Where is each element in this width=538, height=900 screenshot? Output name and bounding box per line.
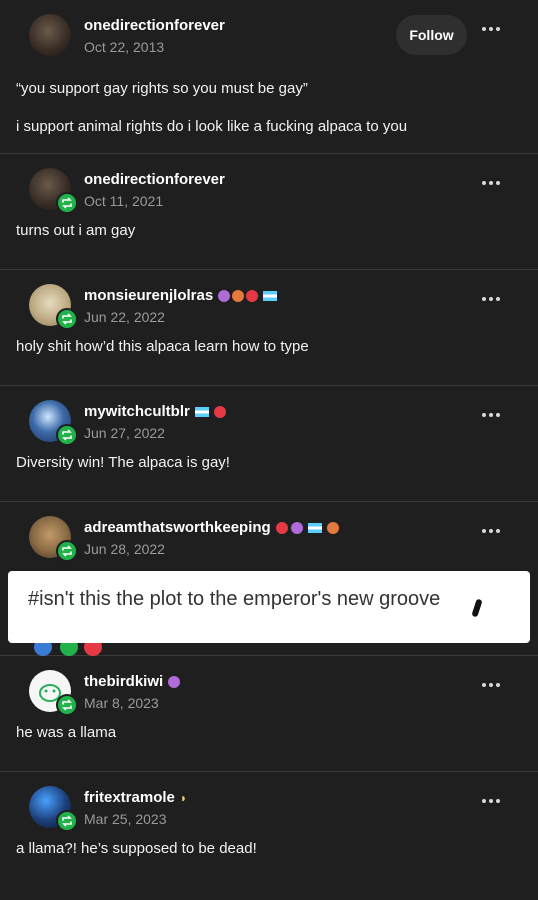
post-text: a llama?! he’s supposed to be dead! [16,840,257,857]
reblog-icon [56,810,78,832]
post-body: he was a llama [16,723,522,743]
flag-icon [307,522,322,533]
post-header: monsieurenjlolras Jun 22, 2022 [16,270,522,336]
username-text[interactable]: monsieurenjlolras [84,287,213,304]
post: monsieurenjlolras Jun 22, 2022 holy shit… [0,270,538,386]
post-body: Diversity win! The alpaca is gay! [16,453,522,473]
post-text: holy shit how’d this alpaca learn how to… [16,338,309,355]
badge-icon [168,675,181,688]
post-header: mywitchcultblr Jun 27, 2022 [16,386,522,452]
post-header: thebirdkiwi Mar 8, 2023 [16,656,522,722]
reblog-icon [56,540,78,562]
tag-overlay: #isn't this the plot to the emperor's ne… [8,571,530,643]
post-date[interactable]: Oct 22, 2013 [84,39,164,55]
username[interactable]: monsieurenjlolras [84,287,278,304]
reblog-icon [56,308,78,330]
badge-icon [326,521,339,534]
badge-icon [232,289,245,302]
post-date[interactable]: Jun 22, 2022 [84,309,165,325]
flag-icon [263,290,278,301]
username-text[interactable]: thebirdkiwi [84,673,163,690]
username[interactable]: onedirectionforever [84,17,225,34]
post-text: he was a llama [16,724,117,741]
more-options-icon[interactable] [482,296,500,302]
post-body: “you support gay rights so you must be g… [16,79,522,137]
post-body: holy shit how’d this alpaca learn how to… [16,337,522,357]
reblog-icon [56,192,78,214]
more-options-icon[interactable] [482,798,500,804]
post: mywitchcultblr Jun 27, 2022 Diversity wi… [0,386,538,502]
tag-text: #isn't this the plot to the emperor's ne… [28,588,441,610]
username[interactable]: adreamthatsworthkeeping [84,519,339,536]
username-text[interactable]: mywitchcultblr [84,403,190,420]
reblog-icon [56,424,78,446]
post-header: onedirectionforever Oct 22, 2013 Follow [16,0,522,66]
post-date[interactable]: Jun 28, 2022 [84,541,165,557]
post-date[interactable]: Mar 25, 2023 [84,811,167,827]
post-date[interactable]: Oct 11, 2021 [84,193,163,209]
username-text[interactable]: adreamthatsworthkeeping [84,519,271,536]
username[interactable]: mywitchcultblr [84,403,226,420]
post-body: a llama?! he’s supposed to be dead! [16,839,522,859]
post-header: fritextramole ◗ Mar 25, 2023 [16,772,522,838]
badge-icon [218,289,231,302]
badge-icon [213,405,226,418]
badge-icon [275,521,288,534]
username[interactable]: thebirdkiwi [84,673,181,690]
mark-icon [471,598,483,618]
more-options-icon[interactable] [482,26,500,32]
follow-button[interactable]: Follow [396,15,467,55]
post-header: adreamthatsworthkeeping Jun 28, 2022 [16,502,522,568]
reblog-icon [56,694,78,716]
badge-icon [246,289,259,302]
flag-icon [194,406,209,417]
post-text: “you support gay rights so you must be g… [16,80,308,97]
post: fritextramole ◗ Mar 25, 2023 a llama?! h… [0,772,538,900]
post: onedirectionforever Oct 22, 2013 Follow … [0,0,538,154]
post-text: Diversity win! The alpaca is gay! [16,454,230,471]
post: onedirectionforever Oct 11, 2021 turns o… [0,154,538,270]
post-text: turns out i am gay [16,222,136,239]
post-header: onedirectionforever Oct 11, 2021 [16,154,522,220]
avatar[interactable] [29,14,71,56]
username-text[interactable]: fritextramole [84,789,175,806]
username[interactable]: fritextramole ◗ [84,789,187,806]
more-options-icon[interactable] [482,180,500,186]
post-text: i support animal rights do i look like a… [16,118,408,135]
moon-icon: ◗ [179,790,188,805]
more-options-icon[interactable] [482,682,500,688]
badge-icon [290,521,303,534]
post-date[interactable]: Jun 27, 2022 [84,425,165,441]
post-body: turns out i am gay [16,221,522,241]
username[interactable]: onedirectionforever [84,171,225,188]
more-options-icon[interactable] [482,528,500,534]
post: thebirdkiwi Mar 8, 2023 he was a llama [0,656,538,772]
post-date[interactable]: Mar 8, 2023 [84,695,159,711]
more-options-icon[interactable] [482,412,500,418]
